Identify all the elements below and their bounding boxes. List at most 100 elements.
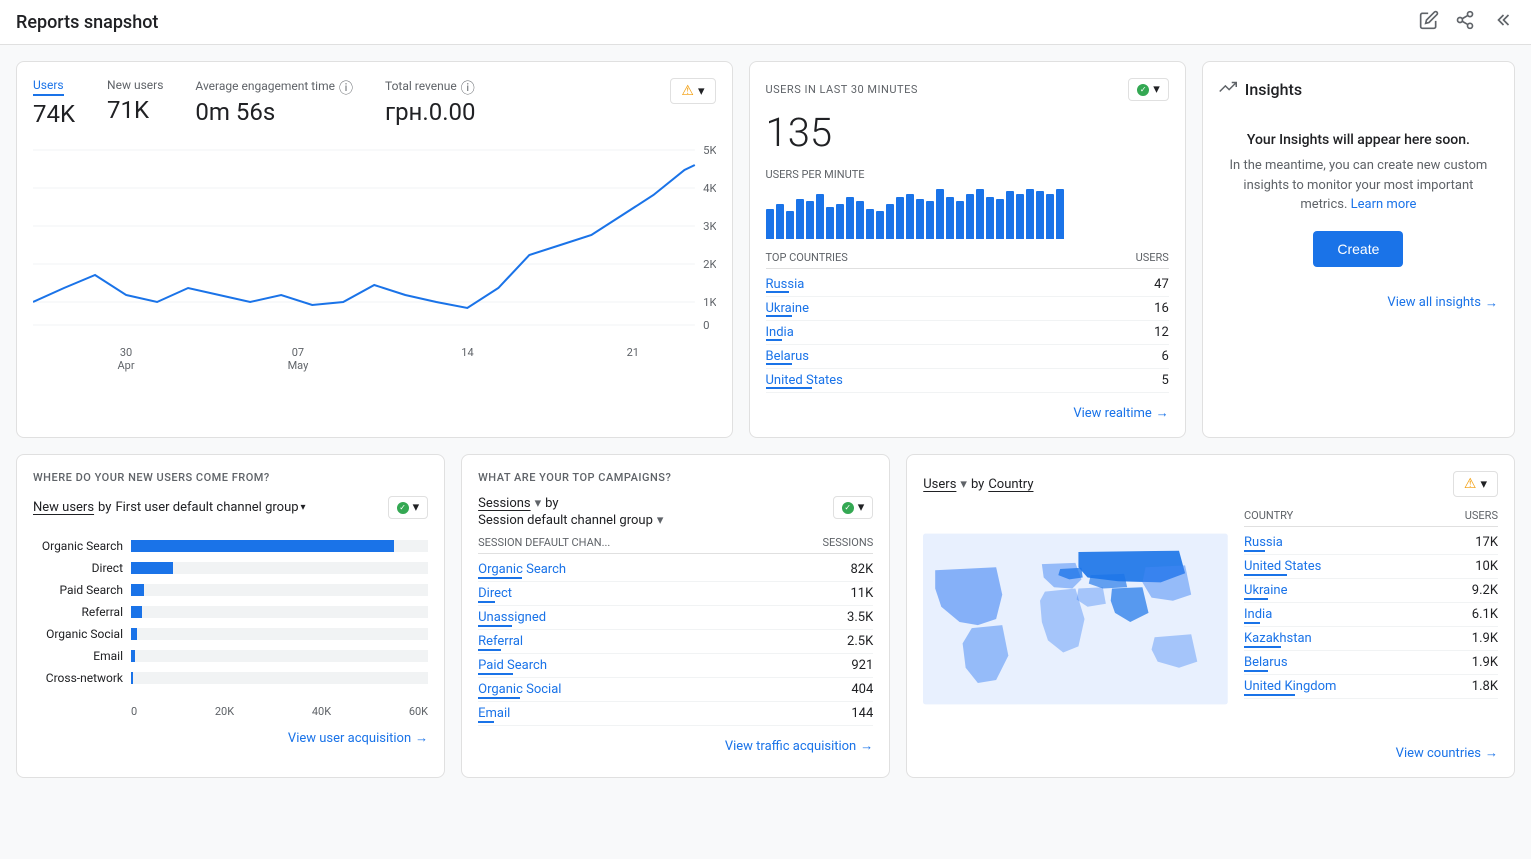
session-name[interactable]: Email <box>478 706 510 721</box>
map-country[interactable]: Belarus <box>1244 655 1288 670</box>
session-name[interactable]: Unassigned <box>478 610 546 625</box>
bar-mini-item <box>786 211 794 239</box>
country-name[interactable]: Ukraine <box>766 301 809 316</box>
geo-users-label[interactable]: Users <box>923 477 956 492</box>
revenue-info-icon[interactable]: ⓘ <box>461 78 475 98</box>
bar-label: Organic Social <box>33 627 123 641</box>
map-users: 6.1K <box>1472 607 1498 622</box>
view-all-insights-link[interactable]: View all insights → <box>1219 295 1498 311</box>
realtime-subtitle: USERS PER MINUTE <box>766 168 1169 181</box>
session-count-header: SESSIONS <box>822 536 873 549</box>
camp-dropdown-icon: ▾ <box>858 500 865 515</box>
warning-icon: ⚠ <box>681 83 694 99</box>
countries-rows: Russia47Ukraine16India12Belarus6United S… <box>766 273 1169 393</box>
x-label-30-apr: 30Apr <box>117 346 134 372</box>
map-country[interactable]: Russia <box>1244 535 1283 550</box>
user-acquisition-title: WHERE DO YOUR NEW USERS COME FROM? <box>33 471 428 484</box>
bar-mini-item <box>1056 189 1064 239</box>
realtime-title: USERS IN LAST 30 MINUTES <box>766 83 918 96</box>
users-col-header: USERS <box>1136 251 1169 264</box>
insights-title: Insights <box>1245 80 1302 99</box>
session-row: Organic Search82K <box>478 558 873 582</box>
bar-mini-item <box>916 199 924 239</box>
bar-mini-item <box>816 194 824 239</box>
sessions-label[interactable]: Sessions <box>478 496 531 511</box>
bar-mini-item <box>1046 194 1054 239</box>
create-button[interactable]: Create <box>1313 231 1403 267</box>
view-countries-link[interactable]: View countries → <box>923 745 1498 761</box>
session-row: Referral2.5K <box>478 630 873 654</box>
bar-mini-item <box>1006 191 1014 239</box>
geo-country-label[interactable]: Country <box>988 477 1033 492</box>
top-campaigns-title: WHAT ARE YOUR TOP CAMPAIGNS? <box>478 471 873 484</box>
svg-text:3K: 3K <box>703 220 715 233</box>
check-icon-3: ✓ <box>844 503 851 512</box>
realtime-status-badge[interactable]: ✓ ▾ <box>1128 78 1169 101</box>
main-metrics-card: Users 74K New users 71K Average engageme… <box>16 61 733 438</box>
map-row: Russia17K <box>1244 531 1498 555</box>
warning-badge[interactable]: ⚠ ▾ <box>670 78 715 104</box>
realtime-header: USERS IN LAST 30 MINUTES ✓ ▾ <box>766 78 1169 101</box>
map-header: Users ▾ by Country ⚠ ▾ <box>923 471 1498 497</box>
map-country[interactable]: Ukraine <box>1244 583 1287 598</box>
country-name[interactable]: United States <box>766 373 843 388</box>
warning-dropdown-icon: ▾ <box>698 84 705 99</box>
acquisition-status-badge[interactable]: ✓ ▾ <box>388 496 429 519</box>
session-name[interactable]: Direct <box>478 586 512 601</box>
share-icon[interactable] <box>1455 10 1479 34</box>
bar-mini-item <box>996 199 1004 239</box>
world-map-svg <box>923 509 1228 729</box>
geo-warning-icon: ⚠ <box>1464 476 1477 492</box>
map-row: Kazakhstan1.9K <box>1244 627 1498 651</box>
user-acquisition-card: WHERE DO YOUR NEW USERS COME FROM? New u… <box>16 454 445 778</box>
bar-label: Cross-network <box>33 671 123 685</box>
channel-group-dropdown[interactable]: First user default channel group ▾ <box>115 500 305 515</box>
view-realtime-link[interactable]: View realtime → <box>766 405 1169 421</box>
session-name[interactable]: Referral <box>478 634 523 649</box>
more-icon[interactable] <box>1491 10 1515 34</box>
view-traffic-acquisition-link[interactable]: View traffic acquisition → <box>478 738 873 754</box>
map-country[interactable]: Kazakhstan <box>1244 631 1312 646</box>
insights-main-text: Your Insights will appear here soon. <box>1227 132 1490 148</box>
map-country[interactable]: India <box>1244 607 1272 622</box>
campaigns-status-badge[interactable]: ✓ ▾ <box>833 496 874 519</box>
bar-mini-item <box>836 204 844 239</box>
country-name[interactable]: Russia <box>766 277 805 292</box>
x-label-14: 14 <box>461 346 473 372</box>
session-group-label[interactable]: Session default channel group <box>478 513 653 528</box>
edit-icon[interactable] <box>1419 10 1443 34</box>
geo-users-caret[interactable]: ▾ <box>960 477 967 492</box>
page-header: Reports snapshot <box>0 0 1531 45</box>
map-country[interactable]: United States <box>1244 559 1321 574</box>
country-users: 16 <box>1154 301 1169 316</box>
session-name[interactable]: Organic Social <box>478 682 561 697</box>
session-name[interactable]: Paid Search <box>478 658 547 673</box>
users-metric: Users 74K <box>33 78 75 128</box>
map-row: United States10K <box>1244 555 1498 579</box>
metrics-row: Users 74K New users 71K Average engageme… <box>33 78 716 128</box>
sessions-dropdown-icon[interactable]: ▾ <box>535 496 542 511</box>
revenue-metric: Total revenue ⓘ грн.0.00 <box>385 78 476 126</box>
country-name[interactable]: Belarus <box>766 349 810 364</box>
bar-fill <box>131 606 142 618</box>
svg-text:0: 0 <box>703 319 709 332</box>
bar-row: Organic Search <box>33 539 428 553</box>
engagement-info-icon[interactable]: ⓘ <box>339 78 353 98</box>
view-user-acquisition-link[interactable]: View user acquisition → <box>33 730 428 746</box>
check-icon-2: ✓ <box>399 503 406 512</box>
users-label[interactable]: Users <box>33 78 64 96</box>
bar-label: Referral <box>33 605 123 619</box>
horizontal-bar-chart: Organic Search Direct Paid Search Referr… <box>33 531 428 701</box>
session-row: Direct11K <box>478 582 873 606</box>
geo-card: Users ▾ by Country ⚠ ▾ <box>906 454 1515 778</box>
bar-container <box>131 540 428 552</box>
session-group-caret[interactable]: ▾ <box>657 513 664 528</box>
bar-row: Referral <box>33 605 428 619</box>
map-country[interactable]: United Kingdom <box>1244 679 1336 694</box>
status-dot-3: ✓ <box>842 502 854 514</box>
country-name[interactable]: India <box>766 325 794 340</box>
bar-fill <box>131 672 133 684</box>
geo-warning-badge[interactable]: ⚠ ▾ <box>1453 471 1498 497</box>
session-name[interactable]: Organic Search <box>478 562 566 577</box>
learn-more-link[interactable]: Learn more <box>1351 197 1417 212</box>
